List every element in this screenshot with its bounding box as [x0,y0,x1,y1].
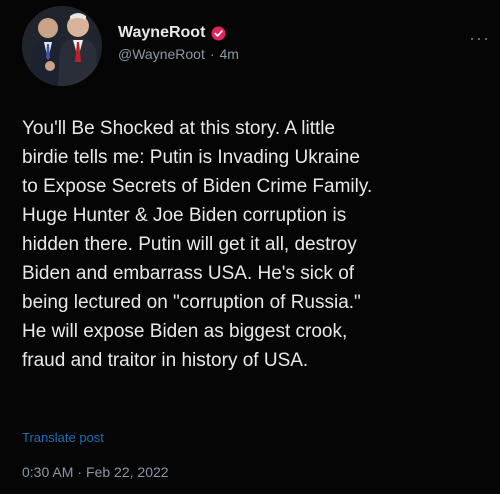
handle-row: @WayneRoot · 4m [118,46,239,62]
time-ago[interactable]: 4m [220,46,239,62]
verified-badge-icon [211,26,226,41]
post-header: WayneRoot @WayneRoot · 4m [118,24,239,62]
post-timestamp[interactable]: 0:30 AM · Feb 22, 2022 [22,464,169,480]
timestamp-separator: · [77,464,83,480]
post-text: You'll Be Shocked at this story. A littl… [22,118,373,371]
post-date: Feb 22, 2022 [86,464,169,480]
translate-post-link[interactable]: Translate post [22,430,104,445]
more-options-icon[interactable]: ··· [469,28,490,49]
display-name[interactable]: WayneRoot [118,24,205,42]
avatar-image [22,6,102,86]
handle[interactable]: @WayneRoot [118,46,205,62]
name-row: WayneRoot [118,24,239,42]
avatar[interactable] [22,6,102,86]
post-card: WayneRoot @WayneRoot · 4m ··· You'll Be Sh… [0,0,500,494]
separator-dot: · [209,46,215,62]
post-time: 0:30 AM [22,464,74,480]
